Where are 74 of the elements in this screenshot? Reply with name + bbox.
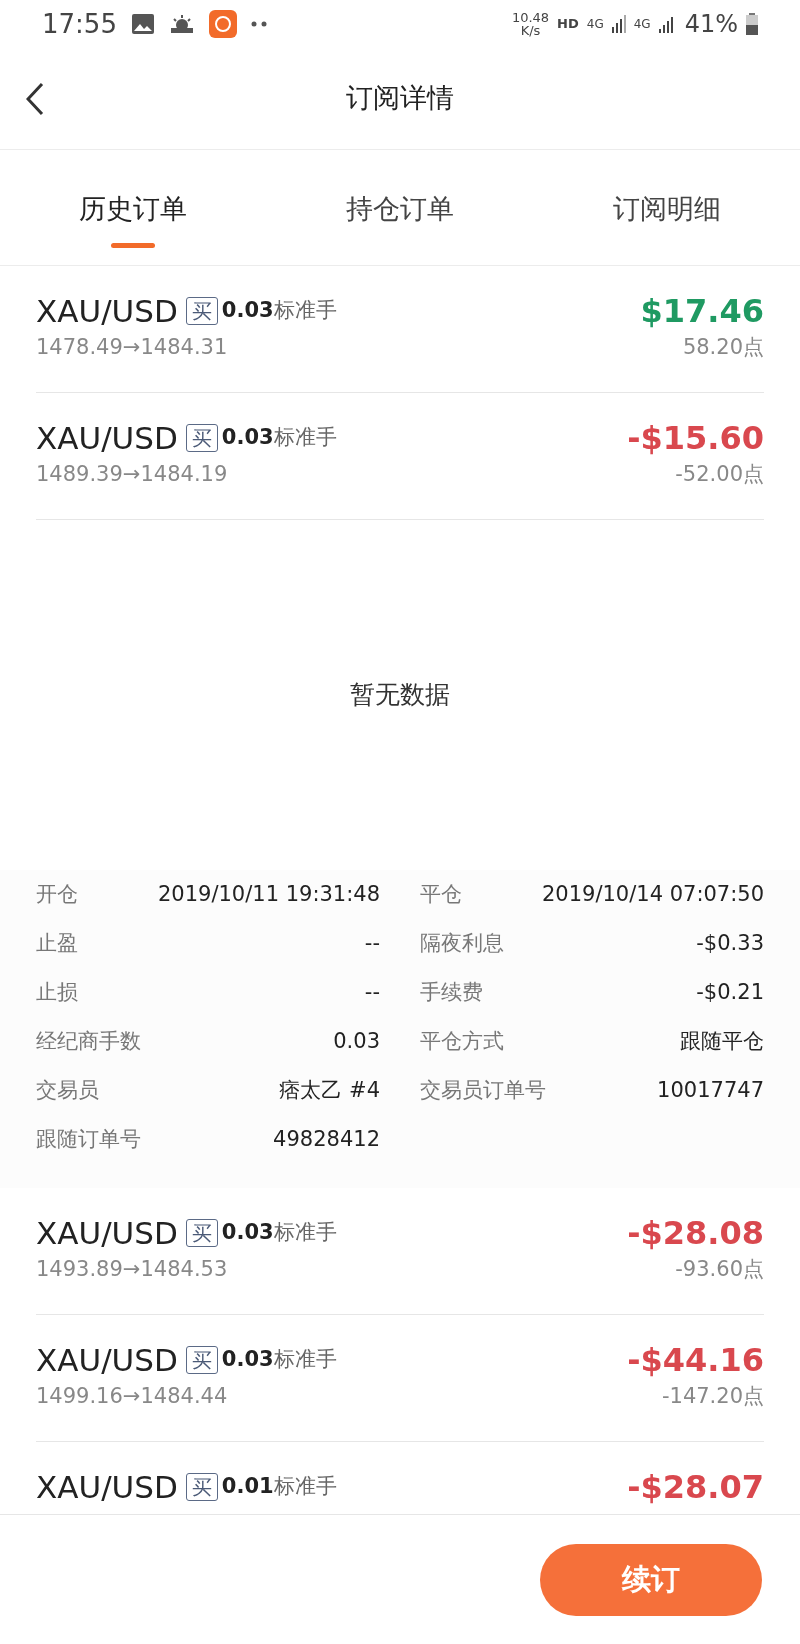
lot-unit: 标准手: [273, 1346, 337, 1374]
points: 58.20点: [682, 334, 764, 361]
app-icon: [208, 10, 237, 38]
speed-unit: K/s: [520, 24, 541, 37]
points: -93.60点: [675, 1256, 764, 1283]
battery-percent: 41%: [684, 9, 738, 40]
lot-unit: 标准手: [273, 1473, 337, 1501]
empty-message: 暂无数据: [350, 679, 450, 712]
detail-value: --: [364, 929, 380, 957]
status-time: 17:55: [42, 7, 117, 41]
tab[interactable]: 订阅明细: [533, 150, 800, 265]
network-type: 4G: [633, 16, 651, 33]
signal-icon: [611, 15, 626, 33]
buy-tag: 买: [185, 1219, 218, 1247]
detail-value: 2019/10/14 07:07:50: [541, 880, 764, 908]
detail-label: 交易员订单号: [420, 1076, 546, 1104]
buy-tag: 买: [185, 424, 218, 452]
detail-value: 跟随平仓: [680, 1027, 764, 1055]
lot-amount: 0.03: [221, 1346, 274, 1374]
points: -52.00点: [675, 461, 764, 488]
detail-value: 10017747: [657, 1076, 764, 1104]
page-title: 订阅详情: [346, 81, 454, 116]
points: -147.20点: [661, 1383, 764, 1410]
detail-label: 开仓: [36, 880, 78, 908]
detail-label: 交易员: [36, 1076, 99, 1104]
lot-amount: 0.01: [221, 1473, 274, 1501]
battery-icon: [746, 13, 758, 35]
lot-unit: 标准手: [273, 1219, 337, 1247]
lot-amount: 0.03: [221, 424, 274, 452]
more-icon: [250, 21, 267, 27]
detail-label: 止盈: [36, 929, 78, 957]
symbol: XAU/USD: [36, 1341, 178, 1379]
lot-amount: 0.03: [221, 1219, 274, 1247]
detail-label: 止损: [36, 978, 78, 1006]
detail-value: --: [364, 978, 380, 1006]
detail-label: 隔夜利息: [420, 929, 504, 957]
image-icon: [130, 13, 155, 35]
tab[interactable]: 历史订单: [0, 150, 267, 265]
symbol: XAU/USD: [36, 1468, 178, 1506]
profit-amount: -$44.16: [627, 1341, 764, 1379]
detail-label: 平仓: [420, 880, 462, 908]
profit-amount: -$28.08: [627, 1214, 764, 1252]
lot-amount: 0.03: [221, 297, 274, 325]
detail-label: 平仓方式: [420, 1027, 504, 1055]
buy-tag: 买: [185, 1473, 218, 1501]
detail-value: 痞太乙 #4: [279, 1076, 380, 1104]
symbol: XAU/USD: [36, 1214, 178, 1252]
detail-value: -$0.33: [696, 929, 764, 957]
weather-icon: [168, 13, 195, 35]
price-change: 1478.49→1484.31: [36, 334, 229, 361]
lot-unit: 标准手: [273, 424, 337, 452]
detail-label: 经纪商手数: [36, 1027, 141, 1055]
detail-value: 0.03: [333, 1027, 380, 1055]
network-speed: 10.48: [511, 11, 550, 24]
hd-label: HD: [557, 15, 579, 34]
detail-value: 2019/10/11 19:31:48: [157, 880, 380, 908]
profit-amount: -$15.60: [627, 419, 764, 457]
symbol: XAU/USD: [36, 292, 178, 330]
price-change: 1493.89→1484.53: [36, 1256, 229, 1283]
tab[interactable]: 持仓订单: [266, 150, 534, 265]
profit-amount: -$28.07: [627, 1468, 764, 1506]
detail-value: 49828412: [273, 1125, 380, 1153]
detail-label: 手续费: [420, 978, 483, 1006]
detail-label: 跟随订单号: [36, 1125, 141, 1153]
network-type: 4G: [586, 16, 604, 33]
detail-value: -$0.21: [696, 978, 764, 1006]
lot-unit: 标准手: [273, 297, 337, 325]
profit-amount: $17.46: [640, 292, 764, 330]
buy-tag: 买: [185, 297, 218, 325]
symbol: XAU/USD: [36, 419, 178, 457]
buy-tag: 买: [185, 1346, 218, 1374]
back-icon: [26, 81, 44, 116]
price-change: 1489.39→1484.19: [36, 461, 229, 488]
price-change: 1499.16→1484.44: [36, 1383, 229, 1410]
